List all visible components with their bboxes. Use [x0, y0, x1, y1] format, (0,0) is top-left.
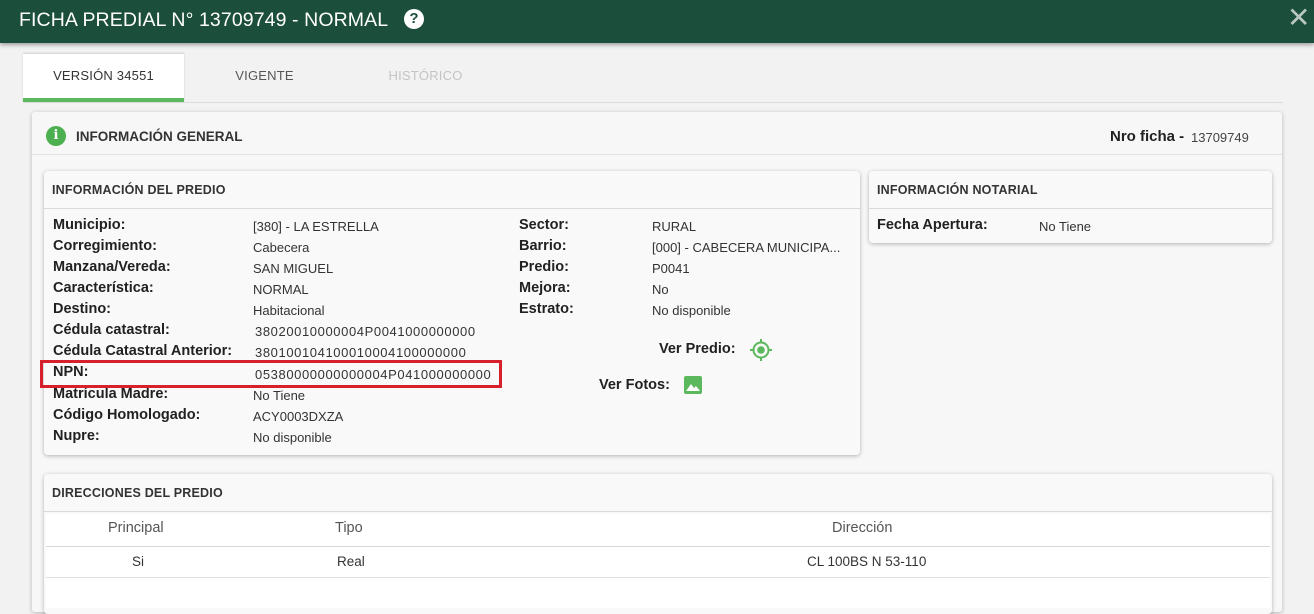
field-value-manzana: SAN MIGUEL [253, 261, 334, 276]
field-value-destino: Habitacional [253, 303, 325, 318]
nro-ficha-value: 13709749 [1191, 130, 1249, 145]
notarial-info-title: INFORMACIÓN NOTARIAL [877, 183, 1038, 197]
general-info-header: i INFORMACIÓN GENERAL Nro ficha - 137097… [32, 112, 1282, 155]
divider [44, 208, 860, 209]
field-value-caracteristica: NORMAL [253, 282, 309, 297]
field-label-codigo-homologado: Código Homologado: [53, 407, 201, 423]
field-label-mejora: Mejora: [519, 280, 571, 296]
field-label-matricula: Matrícula Madre: [53, 386, 169, 402]
field-label-cedula-catastral: Cédula catastral: [53, 322, 170, 338]
field-value-cedula-anterior: 380100104100010004100000000 [255, 345, 467, 360]
predio-info-card: INFORMACIÓN DEL PREDIO Municipio: [380] … [44, 171, 860, 455]
dialog-title: FICHA PREDIAL N° 13709749 - NORMAL [19, 9, 389, 31]
tab-bar: VERSIÓN 34551 VIGENTE HISTÓRICO [23, 54, 1283, 103]
cell-tipo: Real [337, 554, 365, 569]
close-icon[interactable]: ✕ [1287, 3, 1310, 33]
npn-highlight-box [40, 360, 502, 388]
help-icon[interactable]: ? [404, 9, 424, 29]
column-header-principal[interactable]: Principal [108, 520, 164, 536]
field-value-municipio: [380] - LA ESTRELLA [253, 219, 379, 234]
cell-principal: Si [132, 554, 145, 569]
ver-fotos-label: Ver Fotos: [599, 377, 670, 393]
field-value-barrio: [000] - CABECERA MUNICIPA... [652, 240, 841, 255]
predio-info-title: INFORMACIÓN DEL PREDIO [52, 183, 226, 197]
map-target-icon[interactable] [750, 339, 772, 361]
general-info-title: INFORMACIÓN GENERAL [76, 129, 243, 144]
field-label-fecha-apertura: Fecha Apertura: [877, 217, 988, 233]
divider [869, 208, 1272, 209]
field-label-destino: Destino: [53, 301, 111, 317]
cell-direccion: CL 100BS N 53-110 [807, 554, 927, 569]
field-value-matricula: No Tiene [253, 388, 306, 403]
field-value-corregimiento: Cabecera [253, 240, 310, 255]
field-label-estrato: Estrato: [519, 301, 574, 317]
dialog-header: FICHA PREDIAL N° 13709749 - NORMAL ? ✕ [0, 0, 1314, 43]
image-icon[interactable] [684, 376, 702, 394]
field-label-cedula-anterior: Cédula Catastral Anterior: [53, 343, 233, 359]
column-header-direccion[interactable]: Dirección [832, 520, 892, 536]
divider [44, 511, 1272, 512]
field-value-mejora: No [652, 282, 669, 297]
field-value-sector: RURAL [652, 219, 697, 234]
field-value-fecha-apertura: No Tiene [1039, 219, 1092, 234]
direcciones-card: DIRECCIONES DEL PREDIO Principal Tipo Di… [44, 474, 1272, 614]
table-row[interactable]: Si Real CL 100BS N 53-110 [46, 547, 1270, 578]
field-label-manzana: Manzana/Vereda: [53, 259, 171, 275]
field-label-predio: Predio: [519, 259, 569, 275]
tab-vigente[interactable]: VIGENTE [184, 54, 345, 102]
tab-version[interactable]: VERSIÓN 34551 [23, 54, 184, 102]
field-value-predio: P0041 [652, 261, 690, 276]
field-label-caracteristica: Característica: [53, 280, 154, 296]
field-label-corregimiento: Corregimiento: [53, 238, 157, 254]
table-row[interactable] [46, 578, 1270, 608]
table-header: Principal Tipo Dirección [46, 514, 1270, 547]
info-icon: i [46, 126, 66, 146]
notarial-info-card: INFORMACIÓN NOTARIAL Fecha Apertura: No … [869, 171, 1272, 243]
column-header-tipo[interactable]: Tipo [335, 520, 363, 536]
tab-historico: HISTÓRICO [388, 68, 463, 83]
field-label-nupre: Nupre: [53, 428, 100, 444]
field-value-nupre: No disponible [253, 430, 332, 445]
direcciones-title: DIRECCIONES DEL PREDIO [52, 486, 223, 500]
field-label-sector: Sector: [519, 217, 569, 233]
field-label-municipio: Municipio: [53, 217, 126, 233]
field-value-cedula-catastral: 38020010000004P0041000000000 [255, 324, 476, 339]
nro-ficha-label: Nro ficha - [1110, 128, 1185, 145]
ver-predio-label: Ver Predio: [659, 341, 736, 357]
field-label-barrio: Barrio: [519, 238, 567, 254]
field-value-codigo-homologado: ACY0003DXZA [253, 409, 344, 424]
field-value-estrato: No disponible [652, 303, 731, 318]
